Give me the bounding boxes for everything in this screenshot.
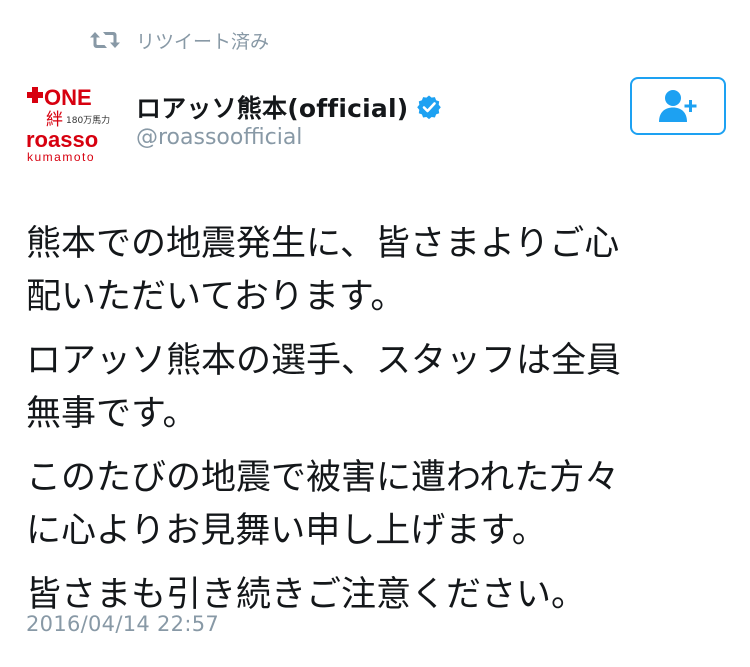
logo-brand-text: roasso	[26, 127, 98, 152]
verified-badge-icon	[417, 95, 442, 120]
tweet-detail: リツイート済み ONE 絆 180万馬力 roasso kumamoto ロアッ…	[0, 0, 750, 667]
tweet-line: ロアッソ熊本の選手、スタッフは全員	[26, 341, 622, 381]
tweet-text: 熊本での地震発生に、皆さまよりご心 配いただいております。 ロアッソ熊本の選手、…	[26, 218, 726, 633]
tweet-line: このたびの地震で被害に遭われた方々	[26, 458, 620, 498]
logo-top-text: ONE	[44, 85, 92, 110]
retweet-banner: リツイート済み	[88, 24, 269, 56]
tweet-paragraph: ロアッソ熊本の選手、スタッフは全員 無事です。	[26, 335, 726, 441]
author-name-row[interactable]: ロアッソ熊本(official)	[136, 89, 442, 125]
retweet-label: リツイート済み	[136, 30, 270, 53]
tweet-line: に心よりお見舞い申し上げます。	[26, 511, 547, 551]
retweet-icon	[90, 32, 120, 48]
tweet-timestamp[interactable]: 2016/04/14 22:57	[26, 612, 219, 636]
tweet-line: 熊本での地震発生に、皆さまよりご心	[26, 224, 620, 264]
author-handle[interactable]: @roassoofficial	[136, 125, 302, 150]
logo-sub-text: 180万馬力	[66, 114, 110, 126]
tweet-paragraph: このたびの地震で被害に遭われた方々 に心よりお見舞い申し上げます。	[26, 452, 726, 558]
display-name[interactable]: ロアッソ熊本(official)	[136, 89, 408, 125]
roasso-logo: ONE 絆 180万馬力 roasso kumamoto	[24, 84, 118, 166]
tweet-line: 配いただいております。	[26, 277, 406, 317]
tweet-line: 無事です。	[26, 394, 198, 434]
logo-city-text: kumamoto	[27, 150, 95, 164]
tweet-paragraph: 熊本での地震発生に、皆さまよりご心 配いただいております。	[26, 218, 726, 324]
avatar[interactable]: ONE 絆 180万馬力 roasso kumamoto	[24, 84, 118, 166]
add-user-icon	[659, 90, 697, 122]
follow-button[interactable]	[630, 77, 726, 135]
